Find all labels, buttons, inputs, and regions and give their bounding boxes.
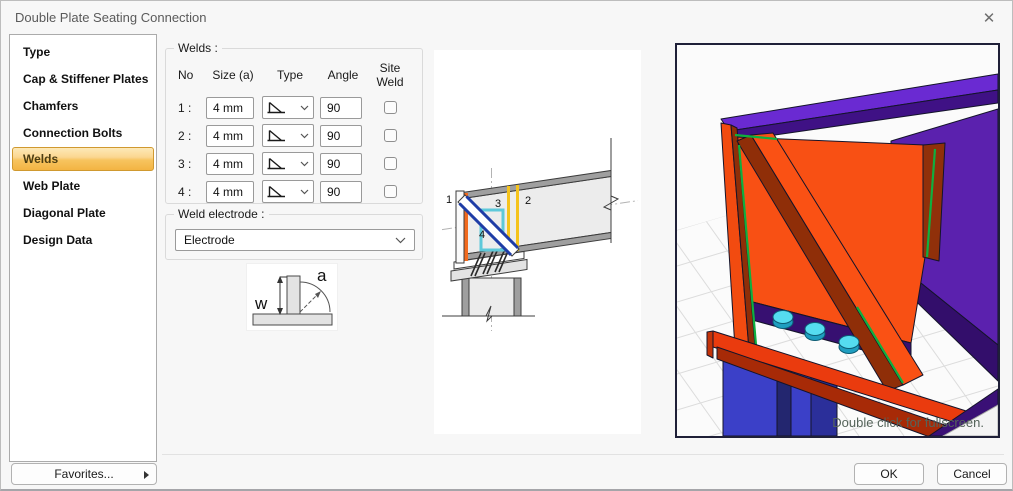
weld-angle-input[interactable] (320, 96, 362, 119)
weld-row-number: 4 : (178, 184, 192, 199)
weld-type-dropdown[interactable] (262, 96, 314, 119)
weld-electrode-combobox[interactable]: Electrode (175, 229, 415, 251)
weld-type-dropdown[interactable] (262, 180, 314, 203)
sidebar-item-label: Cap & Stiffener Plates (23, 71, 149, 86)
chevron-down-icon (300, 133, 309, 138)
weld-size-input[interactable] (206, 96, 254, 119)
weld-angle-input[interactable] (320, 180, 362, 203)
column-flange-right (513, 277, 522, 317)
column-header-type: Type (276, 68, 303, 82)
site-weld-checkbox[interactable] (383, 101, 397, 114)
weld-throat-label: a (317, 266, 327, 285)
fullscreen-hint: Double click for fullscreen. (832, 415, 984, 430)
base-plate-shape (252, 313, 333, 326)
sidebar-item-label: Diagonal Plate (23, 205, 106, 220)
favorites-label: Favorites... (54, 467, 114, 481)
sidebar-item-label: Chamfers (23, 98, 79, 113)
sidebar-item-chamfers[interactable]: Chamfers (10, 92, 156, 119)
weld-angle-input[interactable] (320, 152, 362, 175)
weld-type-dropdown[interactable] (262, 152, 314, 175)
weld-label-2: 2 (525, 195, 531, 207)
sidebar-item-cap-stiffener-plates[interactable]: Cap & Stiffener Plates (10, 65, 156, 92)
sidebar-item-label: Connection Bolts (23, 125, 123, 140)
throat-arrow-line (299, 292, 320, 313)
sidebar-item-design-data[interactable]: Design Data (10, 226, 156, 253)
weld-label-1: 1 (446, 194, 452, 206)
weld-electrode-value: Electrode (184, 233, 235, 247)
sidebar-item-type[interactable]: Type (10, 38, 156, 65)
column-header-angle: Angle (327, 68, 359, 82)
sidebar-item-connection-bolts[interactable]: Connection Bolts (10, 119, 156, 146)
sidebar-item-diagonal-plate[interactable]: Diagonal Plate (10, 199, 156, 226)
chevron-down-icon (300, 105, 309, 110)
site-weld-checkbox[interactable] (383, 129, 397, 142)
site-weld-checkbox[interactable] (383, 157, 397, 170)
weld-size-input[interactable] (206, 180, 254, 203)
column-web (468, 277, 515, 317)
column-header-site-weld: Site Weld (376, 61, 404, 89)
cancel-label: Cancel (953, 467, 991, 481)
dialog-title: Double Plate Seating Connection (15, 10, 207, 25)
cancel-button[interactable]: Cancel (937, 463, 1007, 485)
welds-group-title: Welds : (174, 41, 222, 56)
seat-plate-end (706, 330, 714, 359)
weld-2-highlight (516, 185, 519, 251)
chevron-down-icon (300, 161, 309, 166)
weld-label-3: 3 (495, 198, 501, 210)
sidebar-item-label: Web Plate (23, 178, 81, 193)
weld-electrode-groupbox: Weld electrode : Electrode (165, 207, 423, 260)
weld-type-dropdown[interactable] (262, 124, 314, 147)
sidebar-item-welds[interactable]: Welds (12, 147, 154, 171)
welds-groupbox: Welds : No Size (a) Type Angle Site Weld… (165, 41, 423, 204)
footer-divider (162, 454, 1004, 455)
vertical-plate-shape (286, 275, 301, 315)
welds-table: No Size (a) Type Angle Site Weld 1 : 2 : (176, 61, 414, 203)
weld-angle-input[interactable] (320, 124, 362, 147)
column-header-no: No (178, 68, 194, 82)
weld-row-number: 1 : (178, 100, 192, 115)
sidebar-item-label: Welds (23, 152, 59, 166)
column-flange-left (461, 277, 470, 317)
weld-label-4: 4 (479, 229, 485, 241)
fillet-weld-icon (267, 157, 285, 170)
favorites-button[interactable]: Favorites... (11, 463, 157, 485)
site-weld-checkbox[interactable] (383, 185, 397, 198)
weld-row-number: 2 : (178, 128, 192, 143)
flyout-arrow-icon (144, 471, 149, 479)
sidebar: Type Cap & Stiffener Plates Chamfers Con… (9, 34, 157, 462)
ok-label: OK (880, 467, 898, 481)
chevron-down-icon (395, 237, 406, 243)
weld-row-number: 3 : (178, 156, 192, 171)
weld-size-input[interactable] (206, 152, 254, 175)
sidebar-item-label: Design Data (23, 232, 93, 247)
column-header-size: Size (a) (212, 68, 254, 82)
weld-leg-label: w (254, 294, 268, 313)
sidebar-item-label: Type (23, 44, 51, 59)
weld-size-input[interactable] (206, 124, 254, 147)
ok-button[interactable]: OK (854, 463, 924, 485)
viewer-3d[interactable]: Double click for fullscreen. (675, 43, 1000, 438)
connection-drawing: 1 2 3 4 (434, 50, 641, 434)
fillet-weld-icon (267, 129, 285, 142)
sidebar-item-web-plate[interactable]: Web Plate (10, 172, 156, 199)
weld-electrode-group-title: Weld electrode : (174, 207, 269, 222)
fillet-weld-icon (267, 101, 285, 114)
viewer-3d-render (677, 45, 999, 437)
double-plate-seating-connection-dialog: Double Plate Seating Connection ✕ Type C… (0, 0, 1013, 491)
arrowhead (315, 291, 321, 298)
fillet-weld-icon (267, 185, 285, 198)
chevron-down-icon (300, 189, 309, 194)
title-bar: Double Plate Seating Connection ✕ (1, 1, 1012, 33)
weld-size-illustration: w a (246, 263, 338, 331)
close-icon[interactable]: ✕ (978, 7, 1000, 29)
